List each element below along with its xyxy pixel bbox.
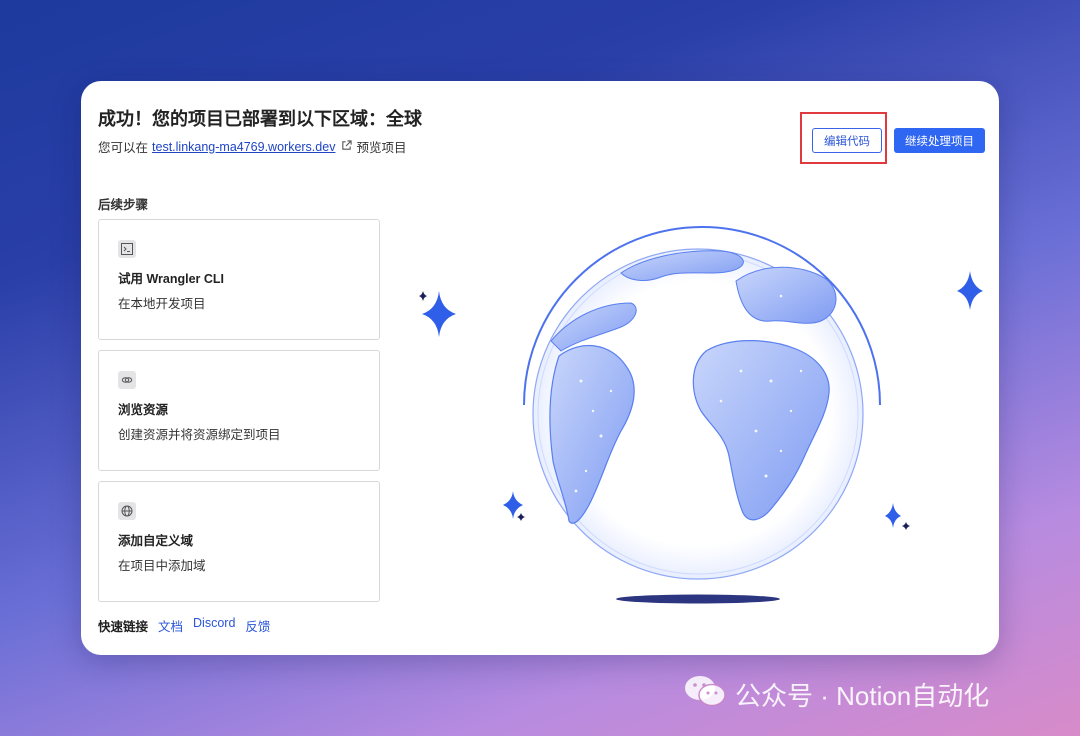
deployment-success-card: 成功！您的项目已部署到以下区域：全球 您可以在 test.linkang-ma4… xyxy=(81,81,999,655)
watermark-text: 公众号 · Notion自动化 xyxy=(735,681,990,711)
watermark: 公众号 · Notion自动化 xyxy=(683,674,989,715)
globe-illustration xyxy=(419,226,983,604)
wechat-icon xyxy=(683,674,727,715)
